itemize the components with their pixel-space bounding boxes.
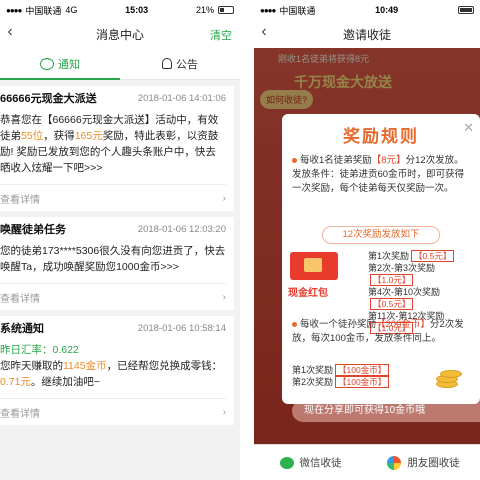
list-label: 第2次-第3次奖励 <box>368 263 436 273</box>
list-label: 第1次奖励 <box>292 365 334 375</box>
battery-icon <box>458 6 474 14</box>
red-packet-label: 现金红包 <box>288 288 328 299</box>
chevron-right-icon: › <box>222 192 226 204</box>
list-item: 第1次奖励 【100金币】 <box>292 364 390 376</box>
battery-percent: 21% <box>195 5 214 15</box>
card-time: 2018-01-06 12:03:20 <box>137 223 226 235</box>
tab-bar: 通知 公告 <box>0 48 240 80</box>
signal-icon: ●●●● <box>260 5 276 15</box>
bullet-icon <box>292 157 297 163</box>
reward-amount: 165元 <box>74 130 103 142</box>
card-title: 系统通知 <box>0 323 44 335</box>
rule-amount: 【8元】 <box>371 155 406 166</box>
rule-amount: 【200金币】 <box>376 319 430 330</box>
gold-coins-icon <box>432 368 462 388</box>
card-title: 66666元现金大派送 <box>0 93 97 105</box>
notification-card: 66666元现金大派送 2018-01-06 14:01:06 恭喜您在【6666… <box>0 86 234 211</box>
list-value: 【1.0元】 <box>370 274 414 286</box>
rule-text: 每收1名徒弟奖励 <box>300 155 372 166</box>
rule-grand-apprentice: 每收一个徒孙奖励【200金币】分2次发放，每次100金币，发放条件同上。 <box>292 318 472 346</box>
tab-label: 通知 <box>58 58 80 71</box>
list-value: 【100金币】 <box>335 364 390 376</box>
list-item: 第2次-第3次奖励【1.0元】 <box>368 262 480 286</box>
button-label: 微信收徒 <box>299 457 342 469</box>
back-chevron-icon[interactable]: ‹ <box>254 23 274 41</box>
notification-card: 唤醒徒弟任务 2018-01-06 12:03:20 您的徒弟173****530… <box>0 217 234 310</box>
rule-apprentice: 每收1名徒弟奖励【8元】分12次发放。发放条件：徒弟进贡60金币时，即可获得一次… <box>292 154 472 196</box>
list-value: 【0.5元】 <box>370 298 414 310</box>
card-time: 2018-01-06 10:58:14 <box>137 322 226 334</box>
status-bar: ●●●● 中国联通 4G 15:03 21% <box>0 0 240 20</box>
apprentice-count: 55位 <box>21 130 44 142</box>
list-item: 第4次-第10次奖励【0.5元】 <box>368 286 480 310</box>
body-text: ，已经帮您兑换成零钱： <box>106 360 223 372</box>
page-title: 邀请收徒 <box>342 27 391 42</box>
view-details-link[interactable]: 查看详情 › <box>0 399 226 425</box>
moments-invite-button[interactable]: 朋友圈收徒 <box>367 445 480 480</box>
battery-icon <box>218 6 234 14</box>
view-details-link[interactable]: 查看详情 › <box>0 185 226 211</box>
cash-amount: 0.71元 <box>0 376 31 388</box>
card-body: 您的徒弟173****5306很久没有向您进贡了，快去唤醒Ta，成功唤醒奖励您1… <box>0 241 226 284</box>
page-title: 消息中心 <box>95 27 144 42</box>
list-label: 第2次奖励 <box>292 377 334 387</box>
clear-button[interactable]: 清空 <box>210 27 232 43</box>
list-value: 【100金币】 <box>335 376 390 388</box>
reward-rules-modal: 奖励规则 ✕ 每收1名徒弟奖励【8元】分12次发放。发放条件：徒弟进贡60金币时… <box>282 114 480 404</box>
body-text: 。继续加油吧~ <box>30 376 101 388</box>
modal-title: 奖励规则 <box>343 127 419 146</box>
view-details-label: 查看详情 <box>0 194 40 206</box>
wechat-icon <box>279 456 294 469</box>
clock: 10:49 <box>375 5 399 15</box>
bell-icon <box>162 58 172 69</box>
notification-card: 系统通知 2018-01-06 10:58:14 昨日汇率：0.622 您昨天赚取的… <box>0 316 234 425</box>
coins-earned: 1145金币 <box>63 360 107 372</box>
status-bar: ●●●● 中国联通 10:49 <box>254 0 480 20</box>
chevron-right-icon: › <box>222 406 226 418</box>
share-bar: 微信收徒 朋友圈收徒 <box>254 444 480 480</box>
view-details-label: 查看详情 <box>0 293 40 305</box>
nav-bar: ‹ 消息中心 清空 <box>0 20 240 48</box>
card-time: 2018-01-06 14:01:06 <box>137 92 226 104</box>
list-item: 第1次奖励 【0.5元】 <box>368 250 480 262</box>
invite-screen: ●●●● 中国联通 10:49 ‹ 邀请收徒 刚收1名徒弟将获得8元 千万现金大放… <box>254 0 480 480</box>
tab-label: 公告 <box>176 58 198 71</box>
list-item: 第2次奖励 【100金币】 <box>292 376 390 388</box>
bullet-icon <box>292 321 297 327</box>
rule-text: 每收一个徒孙奖励 <box>300 319 377 330</box>
signal-icon: ●●●● <box>6 5 22 15</box>
list-label: 第4次-第10次奖励 <box>368 287 441 297</box>
message-center-screen: ●●●●中国联通4G 15:03 21% ‹ 消息中心 清空 通知 公告 666… <box>0 0 254 480</box>
list-value: 【0.5元】 <box>411 250 455 262</box>
chevron-right-icon: › <box>222 291 226 303</box>
tab-notifications[interactable]: 通知 <box>0 48 120 80</box>
list-label: 第1次奖励 <box>368 251 410 261</box>
schedule-pill: 12次奖励发放如下 <box>322 226 440 244</box>
tab-announcements[interactable]: 公告 <box>120 48 240 79</box>
wechat-invite-button[interactable]: 微信收徒 <box>254 445 367 480</box>
network-label: 4G <box>65 5 78 15</box>
moments-icon <box>387 455 402 470</box>
card-body: 恭喜您在【66666元现金大派送】活动中，有效徒弟55位，获得165元奖励，特此… <box>0 110 226 185</box>
carrier-label: 中国联通 <box>25 5 62 16</box>
nav-bar: ‹ 邀请收徒 <box>254 20 480 48</box>
view-details-link[interactable]: 查看详情 › <box>0 284 226 310</box>
card-body: 昨日汇率：0.622 您昨天赚取的1145金币，已经帮您兑换成零钱： 0.71元。继… <box>0 340 226 399</box>
chat-bubble-icon <box>40 55 54 70</box>
close-icon[interactable]: ✕ <box>463 120 474 136</box>
exchange-rate: 昨日汇率：0.622 <box>0 344 79 356</box>
back-chevron-icon[interactable]: ‹ <box>0 23 20 41</box>
view-details-label: 查看详情 <box>0 408 40 420</box>
red-packet-icon <box>290 252 338 280</box>
coin-schedule: 第1次奖励 【100金币】 第2次奖励 【100金币】 <box>292 364 390 388</box>
card-title: 唤醒徒弟任务 <box>0 224 66 236</box>
body-text: 您昨天赚取的 <box>0 360 63 372</box>
clock: 15:03 <box>125 5 149 15</box>
carrier-label: 中国联通 <box>279 5 316 16</box>
button-label: 朋友圈收徒 <box>407 457 460 469</box>
body-text: ，获得 <box>43 130 75 142</box>
